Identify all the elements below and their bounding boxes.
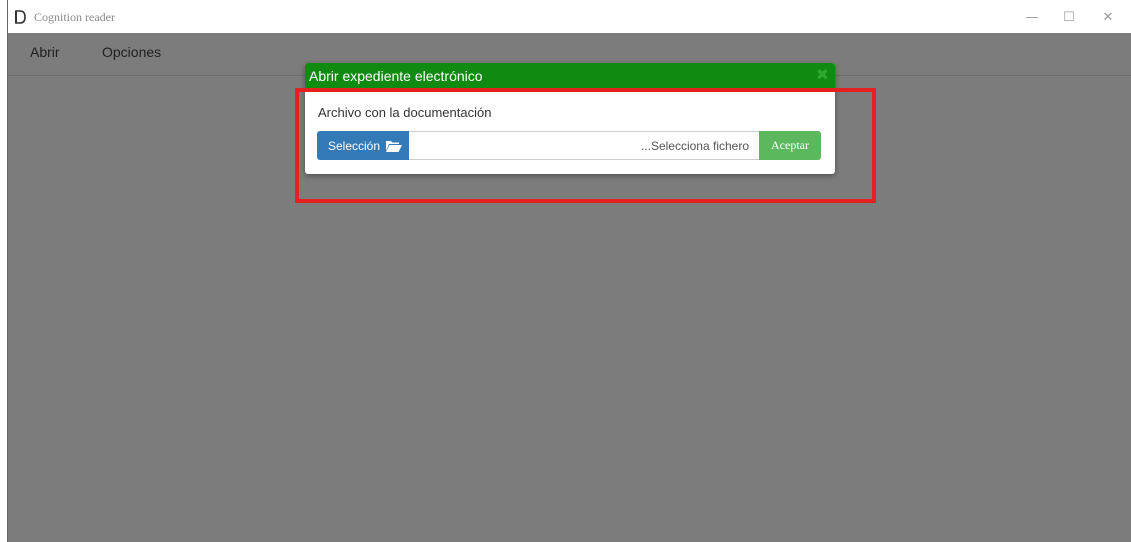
menu-abrir[interactable]: Abrir [30, 44, 60, 60]
dialog-close-icon[interactable]: ✖ [816, 65, 829, 84]
minimize-button[interactable]: — [1018, 6, 1046, 28]
annotation-highlight-box [295, 88, 876, 203]
dialog-header: Abrir expediente electrónico ✖ [305, 63, 835, 88]
app-logo-icon [15, 10, 26, 24]
close-icon: ✕ [1102, 9, 1114, 25]
title-bar: Cognition reader — ☐ ✕ [8, 0, 1131, 33]
window-title: Cognition reader [34, 10, 115, 24]
close-window-button[interactable]: ✕ [1094, 6, 1122, 28]
dialog-title: Abrir expediente electrónico [309, 68, 483, 84]
menu-opciones[interactable]: Opciones [102, 44, 161, 60]
maximize-button[interactable]: ☐ [1055, 6, 1083, 28]
app-window: Cognition reader — ☐ ✕ Abrir Opciones Ab… [0, 0, 1131, 542]
minimize-icon: — [1025, 9, 1039, 25]
maximize-icon: ☐ [1063, 9, 1075, 25]
